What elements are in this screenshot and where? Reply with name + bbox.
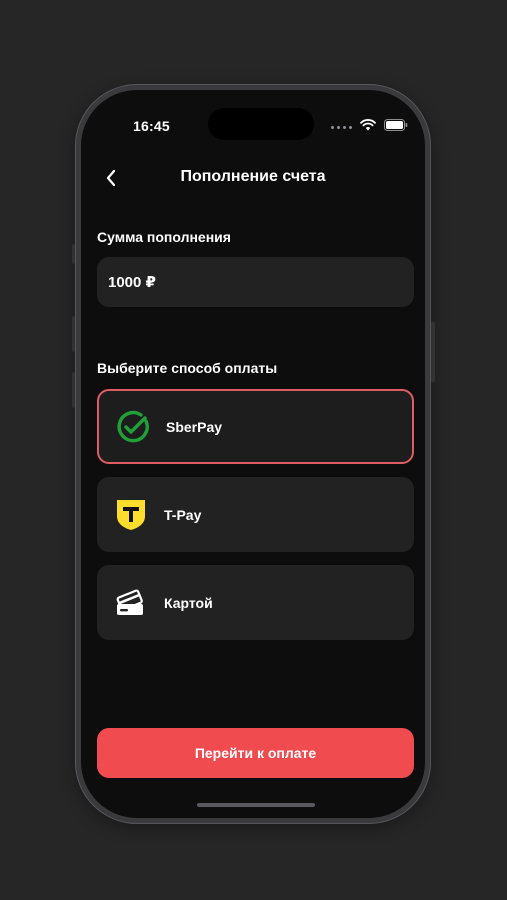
status-time: 16:45 <box>133 118 170 134</box>
proceed-to-payment-button[interactable]: Перейти к оплате <box>97 728 414 778</box>
battery-icon <box>384 118 408 136</box>
sberpay-icon <box>115 409 151 445</box>
power-button <box>431 322 435 382</box>
page-title: Пополнение счета <box>180 168 326 185</box>
screen-header: Пополнение счета <box>81 160 425 192</box>
proceed-button-label: Перейти к оплате <box>194 745 317 761</box>
payment-option-sberpay[interactable]: SberPay <box>97 389 414 464</box>
phone-frame: 16:45 Пополнение счета Сумма пополнения … <box>75 84 431 824</box>
amount-label: Сумма пополнения <box>97 229 231 245</box>
payment-method-label: Выберите способ оплаты <box>97 360 278 376</box>
payment-option-card[interactable]: Картой <box>97 565 414 640</box>
wifi-icon <box>360 118 376 136</box>
status-icons <box>331 118 408 136</box>
payment-option-label: SberPay <box>166 418 223 435</box>
payment-option-tpay[interactable]: T-Pay <box>97 477 414 552</box>
phone-screen: 16:45 Пополнение счета Сумма пополнения … <box>81 90 425 818</box>
home-indicator[interactable] <box>197 803 315 807</box>
payment-option-label: T-Pay <box>164 506 202 523</box>
signal-icon <box>331 125 352 129</box>
amount-input[interactable]: 1000 ₽ <box>97 257 414 307</box>
card-icon <box>113 585 149 621</box>
amount-value: 1000 ₽ <box>108 274 156 291</box>
tpay-icon <box>113 497 149 533</box>
dynamic-island <box>208 108 314 140</box>
payment-option-label: Картой <box>164 594 213 611</box>
